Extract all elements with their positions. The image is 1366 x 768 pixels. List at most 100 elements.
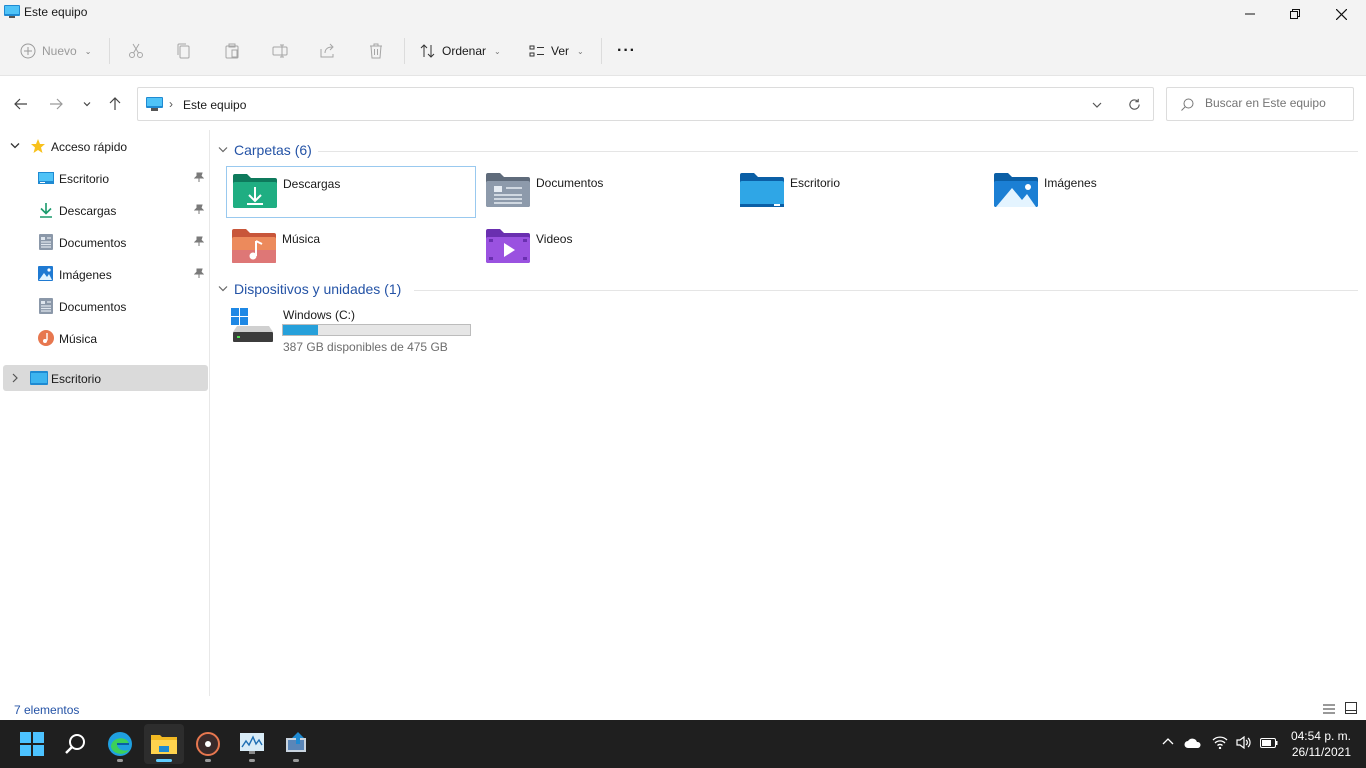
copy-icon — [177, 43, 190, 59]
section-title: Dispositivos y unidades (1) — [234, 281, 402, 297]
volume-icon[interactable] — [1236, 736, 1252, 749]
breadcrumb-chevron-icon: › — [169, 97, 173, 111]
breadcrumb[interactable]: Este equipo — [183, 98, 246, 112]
sidebar-item-imagenes[interactable]: Imágenes — [0, 261, 208, 287]
media-player-taskbar-button[interactable] — [188, 724, 228, 764]
scissors-icon — [129, 43, 143, 58]
chevron-down-icon: ⌄ — [84, 46, 92, 56]
folder-tile-videos[interactable]: Videos — [480, 222, 730, 274]
folder-tile-documentos[interactable]: Documentos — [480, 166, 730, 218]
chevron-down-icon[interactable] — [1092, 100, 1102, 110]
start-button[interactable] — [12, 724, 52, 764]
battery-icon[interactable] — [1260, 738, 1278, 748]
sidebar-item-label: Imágenes — [59, 268, 112, 282]
onedrive-cloud-icon[interactable] — [1184, 737, 1202, 749]
documents-icon — [39, 298, 53, 314]
sidebar-item-musica[interactable]: Música — [0, 325, 208, 351]
forward-button[interactable] — [45, 92, 67, 116]
sidebar-item-label: Música — [59, 332, 98, 346]
folder-tile-escritorio[interactable]: Escritorio — [734, 166, 984, 218]
sidebar-item-documentos-2[interactable]: Documentos — [0, 293, 208, 319]
cut-button[interactable] — [128, 38, 144, 64]
folder-tile-descargas[interactable]: Descargas — [226, 166, 476, 218]
more-icon: ··· — [617, 42, 636, 59]
section-title: Carpetas (6) — [234, 142, 312, 158]
view-button-label: Ver — [551, 44, 570, 58]
folder-name: Descargas — [283, 177, 341, 191]
status-bar: 7 elementos — [0, 698, 1366, 720]
documents-folder-icon — [486, 173, 530, 207]
recent-locations-button[interactable] — [76, 92, 98, 116]
divider — [601, 38, 602, 64]
minimize-button[interactable] — [1227, 0, 1273, 28]
share-button[interactable] — [320, 38, 336, 64]
sort-button[interactable]: Ordenar ⌄ — [420, 38, 501, 64]
windows-drive-icon — [231, 308, 273, 342]
copy-button[interactable] — [176, 38, 192, 64]
large-icons-view-icon[interactable] — [1345, 702, 1357, 714]
videos-folder-icon — [486, 229, 530, 263]
clock[interactable]: 04:54 p. m. 26/11/2021 — [1291, 728, 1351, 760]
divider — [404, 38, 405, 64]
sidebar-item-documentos[interactable]: Documentos — [0, 229, 208, 255]
arrow-right-icon — [50, 98, 63, 110]
delete-button[interactable] — [368, 38, 384, 64]
chevron-down-icon[interactable] — [10, 142, 20, 150]
chevron-right-icon[interactable] — [11, 373, 19, 383]
folder-name: Música — [282, 232, 321, 246]
drive-tile-c[interactable]: Windows (C:) 387 GB disponibles de 475 G… — [226, 304, 476, 356]
paste-button[interactable] — [224, 38, 240, 64]
pin-icon — [194, 268, 204, 278]
view-button[interactable]: Ver ⌄ — [529, 38, 584, 64]
new-button[interactable]: Nuevo ⌄ — [20, 38, 91, 64]
monitor-app-taskbar-button[interactable] — [232, 724, 272, 764]
sidebar-item-label: Acceso rápido — [51, 140, 128, 154]
running-indicator — [205, 759, 211, 762]
search-icon — [65, 734, 85, 754]
up-button[interactable] — [104, 92, 126, 116]
edge-browser-icon — [108, 732, 132, 756]
sidebar-item-label: Documentos — [59, 300, 127, 314]
restore-button[interactable] — [1272, 0, 1318, 28]
more-options-button[interactable]: ··· — [617, 38, 636, 64]
edge-taskbar-button[interactable] — [100, 724, 140, 764]
address-bar[interactable]: › Este equipo — [137, 87, 1154, 121]
new-button-label: Nuevo — [42, 44, 77, 58]
folders-section-header[interactable]: Carpetas (6) — [218, 142, 312, 158]
search-icon — [1181, 98, 1194, 111]
navigation-pane: Acceso rápido Escritorio Descargas Docum… — [0, 130, 210, 696]
running-indicator — [249, 759, 255, 762]
close-icon — [1335, 8, 1347, 20]
chevron-up-icon[interactable] — [1162, 736, 1174, 748]
share-icon — [320, 43, 334, 58]
sidebar-item-escritorio[interactable]: Escritorio — [0, 165, 208, 191]
item-count: 7 elementos — [14, 703, 80, 717]
wifi-icon[interactable] — [1212, 736, 1228, 749]
drive-name: Windows (C:) — [283, 308, 356, 322]
chevron-down-icon: ⌄ — [494, 46, 501, 56]
search-input[interactable] — [1205, 96, 1345, 110]
search-box[interactable] — [1166, 87, 1354, 121]
devices-section-header[interactable]: Dispositivos y unidades (1) — [218, 281, 401, 297]
search-taskbar-button[interactable] — [56, 724, 96, 764]
file-explorer-taskbar-button[interactable] — [144, 724, 184, 764]
details-view-icon[interactable] — [1323, 703, 1335, 715]
folder-tile-musica[interactable]: Música — [226, 222, 476, 274]
sidebar-item-escritorio-root[interactable]: Escritorio — [3, 365, 208, 391]
sidebar-item-quick-access[interactable]: Acceso rápido — [0, 133, 208, 159]
back-button[interactable] — [10, 92, 32, 116]
pictures-icon — [38, 266, 53, 281]
drive-space-info: 387 GB disponibles de 475 GB — [283, 340, 448, 354]
rename-button[interactable] — [272, 38, 288, 64]
folder-tile-imagenes[interactable]: Imágenes — [988, 166, 1238, 218]
refresh-icon[interactable] — [1128, 98, 1141, 111]
sidebar-item-descargas[interactable]: Descargas — [0, 197, 208, 223]
close-button[interactable] — [1318, 0, 1364, 28]
taskbar: 04:54 p. m. 26/11/2021 — [0, 720, 1366, 768]
sidebar-item-label: Descargas — [59, 204, 117, 218]
installer-taskbar-button[interactable] — [276, 724, 316, 764]
sort-icon — [420, 44, 435, 58]
clock-date: 26/11/2021 — [1291, 745, 1351, 759]
rename-icon — [272, 44, 288, 58]
section-divider — [414, 290, 1358, 291]
